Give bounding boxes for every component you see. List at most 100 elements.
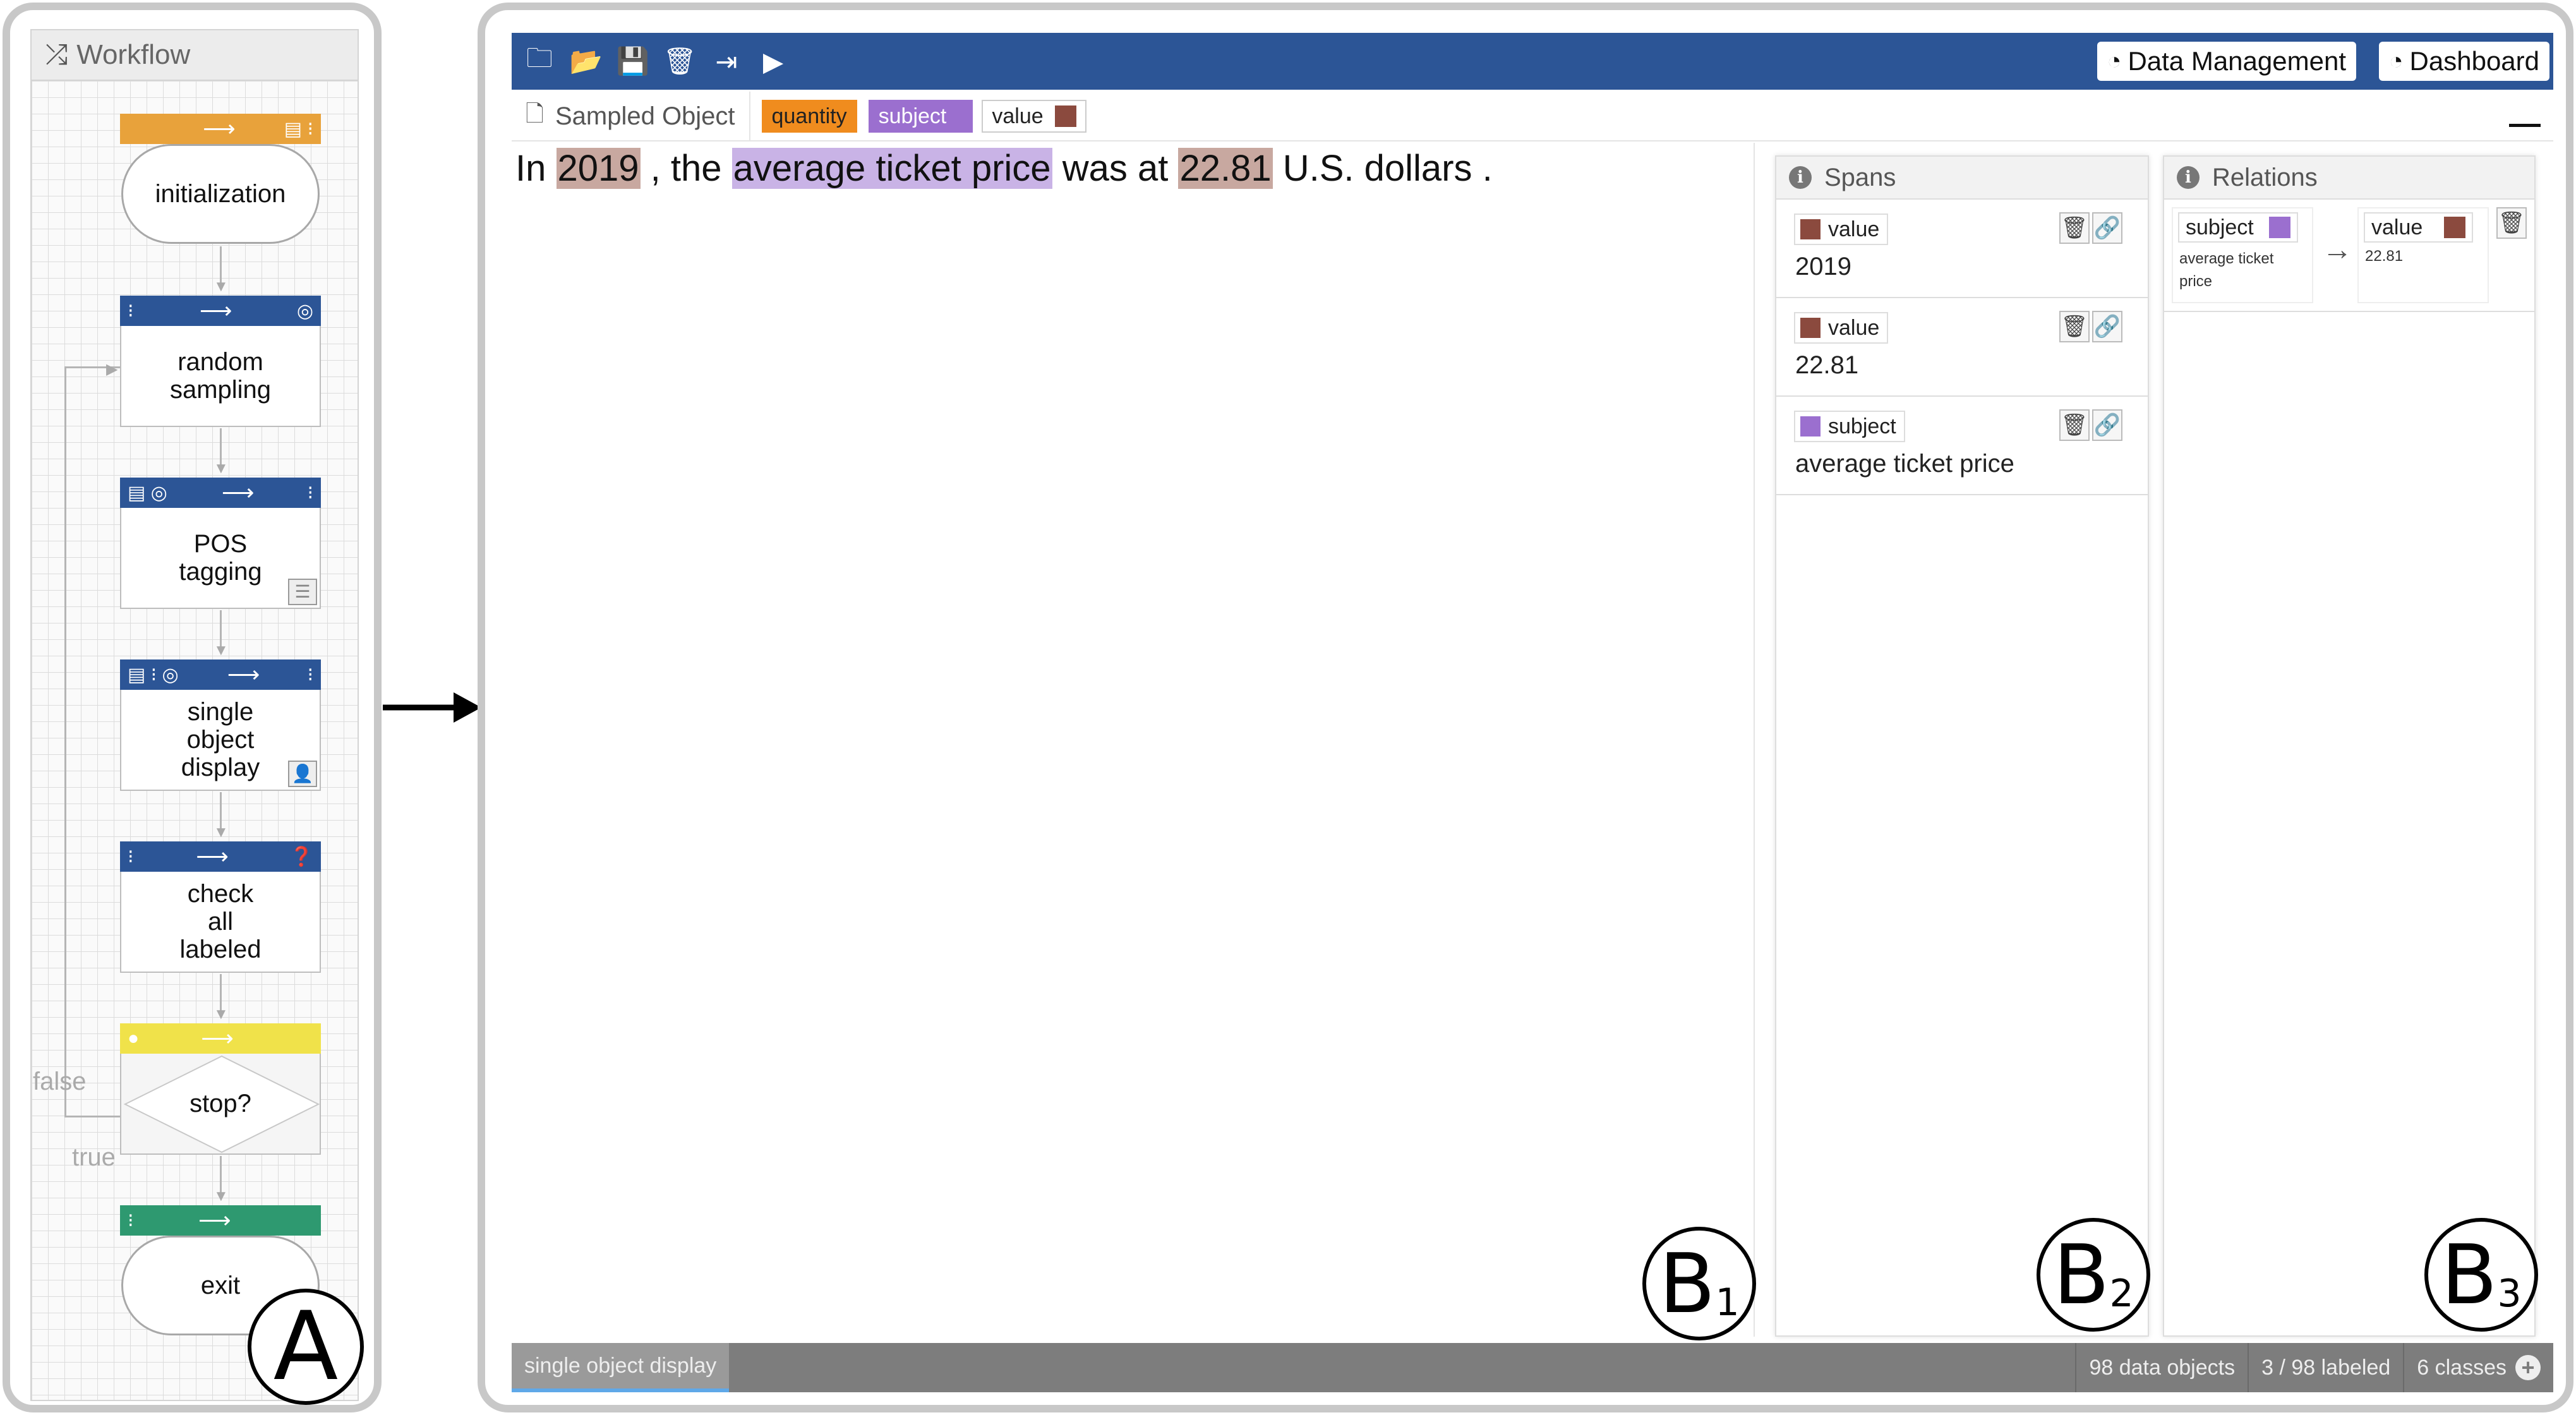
trash-icon[interactable]: 🗑 — [2496, 207, 2527, 239]
token: U.S. dollars . — [1282, 148, 1493, 189]
node-pos-tagging[interactable]: ▤ ◎ ⟶ ⁝ POS tagging ☰ — [120, 478, 321, 609]
open-folder-icon[interactable]: 📂 — [567, 42, 605, 80]
trash-icon[interactable]: 🗑 — [2059, 212, 2090, 244]
edge-arrowhead: ▼ — [214, 824, 229, 841]
workflow-canvas[interactable]: ▶ false ⟶ ▤ ⁝ initialization ▼ ⁝ ⟶ ◎ ran… — [30, 81, 359, 1401]
workflow-panel: ⤮ Workflow ▶ false ⟶ ▤ ⁝ initialization … — [3, 3, 382, 1412]
node-label: single object display 👤 — [120, 690, 321, 791]
database-icon: ▤ ⁝ — [284, 118, 313, 140]
node-check-all-labeled[interactable]: ⁝ ⟶ ❓ check all labeled — [120, 841, 321, 973]
labeled-text: 3 / 98 labeled — [2261, 1355, 2391, 1380]
false-edge-bottom — [64, 1116, 120, 1117]
label-letter: B — [2053, 1227, 2110, 1323]
edge-arrowhead: ▼ — [214, 460, 229, 477]
spans-title: Spans — [1824, 163, 1896, 191]
panel-label-a: A — [248, 1289, 364, 1405]
color-swatch — [1800, 318, 1821, 338]
relation-row[interactable]: subject average ticket price → value 22.… — [2164, 201, 2534, 312]
span-value-22-81[interactable]: 22.81 — [1178, 148, 1273, 189]
classes-count[interactable]: 6 classes + — [2403, 1343, 2553, 1392]
menu-dots-icon: ⁝ — [128, 846, 134, 867]
label-sub: 3 — [2497, 1272, 2522, 1316]
node-stop-decision[interactable]: ● ⟶ stop? — [120, 1023, 321, 1155]
current-node-label: single object display — [524, 1353, 717, 1378]
tab-bar: 🗋 Sampled Object quantity subject value … — [512, 92, 2553, 142]
node-label: check all labeled — [120, 872, 321, 973]
edge-arrowhead: ▼ — [214, 642, 229, 659]
arrow-right-icon — [383, 692, 481, 723]
node-bar: ● ⟶ — [120, 1023, 321, 1054]
relation-source-label: subject — [2178, 212, 2298, 243]
span-card[interactable]: subject average ticket price 🗑 🔗 — [1776, 398, 2148, 495]
label-sub: 1 — [1715, 1280, 1740, 1325]
relation-target-text: 22.81 — [2365, 248, 2404, 265]
node-random-sampling[interactable]: ⁝ ⟶ ◎ random sampling — [120, 296, 321, 427]
export-icon[interactable]: ⇥ — [707, 42, 745, 80]
node-bar: ⁝ ⟶ ❓ — [120, 841, 321, 872]
label-sub: 2 — [2109, 1272, 2134, 1316]
span-card[interactable]: value 22.81 🗑 🔗 — [1776, 299, 2148, 397]
link-icon[interactable]: 🔗 — [2092, 311, 2122, 342]
dashboard-button[interactable]: ◔ Dashboard — [2378, 42, 2549, 81]
database-icon: ▤ ⁝ ◎ — [128, 664, 179, 685]
node-label: initialization — [121, 144, 320, 244]
text-view[interactable]: In 2019 , the average ticket price was a… — [515, 143, 1754, 1337]
list-icon: ☰ — [288, 579, 317, 605]
node-label-text: single object display — [181, 698, 260, 781]
add-icon[interactable]: + — [2515, 1354, 2541, 1380]
arrow-right-icon: ⟶ — [199, 298, 232, 323]
current-node-tab[interactable]: single object display — [512, 1343, 730, 1392]
tag-quantity[interactable]: quantity — [761, 100, 857, 133]
save-icon[interactable]: 💾 — [614, 42, 652, 80]
false-edge-arrowhead: ▶ — [106, 361, 118, 378]
token: , the — [650, 148, 722, 189]
data-management-label: Data Management — [2128, 46, 2346, 76]
span-value-2019[interactable]: 2019 — [556, 148, 641, 189]
dashboard-label: Dashboard — [2409, 46, 2539, 76]
arrow-right-icon: → — [2322, 233, 2352, 267]
info-icon: i — [2177, 166, 2200, 189]
relations-header: i Relations — [2164, 157, 2534, 200]
question-icon: ❓ — [289, 846, 313, 867]
workflow-title: Workflow — [76, 39, 191, 70]
collapse-icon[interactable]: — — [2509, 105, 2541, 142]
link-icon[interactable]: 🔗 — [2092, 212, 2122, 244]
span-label-text: subject — [1828, 414, 1896, 438]
tag-label: value — [992, 104, 1044, 128]
relation-target-label: value — [2364, 212, 2474, 243]
node-initialization[interactable]: ⟶ ▤ ⁝ initialization — [120, 114, 321, 244]
status-bar: single object display 98 data objects 3 … — [512, 1343, 2553, 1392]
tag-value[interactable]: value — [982, 100, 1086, 133]
menu-dots-icon: ⁝ — [307, 482, 313, 503]
tab-sampled-object[interactable]: 🗋 Sampled Object — [512, 92, 750, 141]
label-letter: B — [1659, 1236, 1716, 1332]
arrow-right-icon: ⟶ — [203, 116, 236, 142]
gauge-icon: ◔ — [2388, 47, 2404, 75]
node-single-object-display[interactable]: ▤ ⁝ ◎ ⟶ ⁝ single object display 👤 — [120, 659, 321, 791]
false-edge-line — [64, 366, 66, 1117]
trash-icon[interactable]: 🗑 — [661, 42, 699, 80]
relations-panel: i Relations subject average ticket price… — [2163, 155, 2538, 1337]
token: was at — [1062, 148, 1169, 189]
trash-icon[interactable]: 🗑 — [2059, 311, 2090, 342]
span-text: 2019 — [1795, 253, 1851, 280]
node-label-text: stop? — [190, 1090, 251, 1117]
span-subject[interactable]: average ticket price — [731, 148, 1052, 189]
tag-subject[interactable]: subject — [868, 100, 973, 133]
data-management-button[interactable]: ◔ Data Management — [2097, 42, 2356, 81]
span-label: value — [1794, 214, 1889, 245]
color-swatch — [1054, 105, 1076, 127]
node-bar: ▤ ⁝ ◎ ⟶ ⁝ — [120, 659, 321, 690]
span-card[interactable]: value 2019 🗑 🔗 — [1776, 201, 2148, 298]
node-label-text: POS tagging — [179, 530, 262, 586]
node-bar: ⟶ ▤ ⁝ — [120, 114, 321, 144]
play-icon[interactable]: ▶ — [754, 42, 792, 80]
link-icon[interactable]: 🔗 — [2092, 409, 2122, 441]
node-bar: ⁝ ⟶ ◎ — [120, 296, 321, 326]
sentence[interactable]: In 2019 , the average ticket price was a… — [515, 143, 1754, 192]
trash-icon[interactable]: 🗑 — [2059, 409, 2090, 441]
toolbar: 🗀 📂 💾 🗑 ⇥ ▶ ◔ Data Management ◔ Dashboar… — [512, 33, 2553, 90]
span-text: 22.81 — [1795, 351, 1859, 379]
question-icon: ● — [128, 1028, 140, 1049]
new-folder-icon[interactable]: 🗀 — [521, 42, 558, 80]
